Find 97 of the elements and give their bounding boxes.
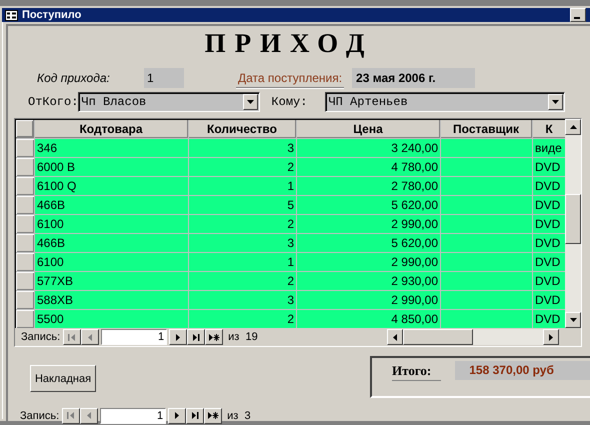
caret-icon: [247, 100, 254, 104]
code-cell: 6000 B: [35, 158, 188, 176]
minimize-button[interactable]: [570, 8, 586, 22]
record-number-field[interactable]: 1: [100, 408, 166, 424]
price-cell: 2 990,00: [297, 215, 440, 233]
row-selector[interactable]: [16, 177, 34, 195]
code-cell: 466B: [35, 234, 188, 252]
quantity-cell: 3: [189, 291, 296, 309]
quantity-cell: 1: [189, 253, 296, 271]
to-label: Кому:: [271, 95, 308, 109]
code-cell: 346: [35, 139, 188, 157]
next-record-button[interactable]: [168, 408, 186, 424]
price-cell: 3 240,00: [297, 139, 440, 157]
column-header[interactable]: Цена: [297, 120, 440, 138]
right-arrow-icon: [549, 334, 553, 340]
up-arrow-icon: [570, 125, 576, 129]
receipt-date-label: Дата поступления:: [236, 68, 344, 88]
last-record-button[interactable]: [186, 408, 204, 424]
new-record-button[interactable]: [204, 408, 222, 424]
quantity-cell: 5: [189, 196, 296, 214]
quantity-cell: 2: [189, 215, 296, 233]
last-record-button[interactable]: [187, 329, 206, 345]
right-arrow-icon: [208, 332, 220, 342]
form-heading: ПРИХОД: [204, 28, 374, 60]
form-icon: [5, 10, 18, 20]
row-selector[interactable]: [16, 291, 34, 309]
column-header[interactable]: Количество: [189, 120, 296, 138]
scroll-thumb[interactable]: [403, 329, 473, 345]
quantity-cell: 1: [189, 177, 296, 195]
row-selector[interactable]: [16, 253, 34, 271]
price-cell: 2 990,00: [297, 291, 440, 309]
column-cell: DVD: [533, 196, 565, 214]
code-cell: 577XB: [35, 272, 188, 290]
quantity-cell: 2: [189, 310, 296, 328]
new-record-button[interactable]: [205, 329, 224, 345]
code-cell: 6100 Q: [35, 177, 188, 195]
down-arrow-icon: [570, 318, 576, 322]
column-cell: DVD: [533, 177, 565, 195]
row-selector[interactable]: [16, 272, 34, 290]
record-count: из 3: [227, 410, 251, 422]
invoice-button[interactable]: Накладная: [30, 365, 96, 392]
receipt-date-field[interactable]: 23 мая 2006 г.: [352, 68, 476, 88]
window-title: Поступило: [22, 9, 82, 21]
to-dropdown[interactable]: ЧП Артеньев: [325, 92, 566, 112]
from-label: ОтКого:: [27, 95, 78, 109]
left-arrow-icon: [393, 334, 397, 340]
record-label: Запись:: [20, 410, 60, 422]
price-cell: 5 620,00: [297, 234, 440, 252]
quantity-cell: 3: [189, 139, 296, 157]
quantity-cell: 2: [189, 272, 296, 290]
code-cell: 6100: [35, 253, 188, 271]
price-cell: 2 780,00: [297, 177, 440, 195]
row-selector[interactable]: [16, 215, 34, 233]
code-cell: 5500: [35, 310, 188, 328]
row-selector[interactable]: [16, 310, 34, 328]
receipt-code-label: Код прихода:: [36, 71, 111, 85]
column-cell: DVD: [533, 215, 565, 233]
select-all-corner[interactable]: [16, 120, 34, 138]
quantity-cell: 3: [189, 234, 296, 252]
price-cell: 4 850,00: [297, 310, 440, 328]
next-record-button[interactable]: [169, 329, 188, 345]
column-cell: DVD: [533, 310, 565, 328]
total-value: 158 370,00 руб: [455, 361, 590, 380]
row-selector[interactable]: [16, 158, 34, 176]
right-arrow-icon: [190, 332, 202, 342]
column-cell: DVD: [533, 253, 565, 271]
vertical-scrollbar[interactable]: [565, 119, 581, 328]
column-cell: DVD: [533, 291, 565, 309]
price-cell: 5 620,00: [297, 196, 440, 214]
right-arrow-icon: [207, 411, 220, 420]
column-header[interactable]: Кодтовара: [35, 120, 188, 138]
column-cell: DVD: [533, 234, 565, 252]
total-label: Итого:: [392, 363, 442, 381]
column-header[interactable]: Поставщик: [441, 120, 532, 138]
column-cell: DVD: [533, 158, 565, 176]
column-cell: DVD: [533, 272, 565, 290]
scroll-thumb[interactable]: [565, 194, 581, 244]
record-number-field[interactable]: 1: [101, 329, 168, 345]
column-cell: виде: [533, 139, 565, 157]
code-cell: 6100: [35, 215, 188, 233]
row-selector[interactable]: [16, 234, 34, 252]
code-cell: 588XB: [35, 291, 188, 309]
price-cell: 4 780,00: [297, 158, 440, 176]
row-selector[interactable]: [16, 139, 34, 157]
row-selector[interactable]: [16, 196, 34, 214]
code-cell: 466B: [35, 196, 188, 214]
receipt-code-field[interactable]: 1: [144, 68, 184, 88]
horizontal-scrollbar[interactable]: [387, 329, 559, 345]
record-count: из 19: [228, 331, 258, 343]
right-arrow-icon: [189, 411, 202, 420]
caret-icon: [552, 100, 560, 104]
quantity-cell: 2: [189, 158, 296, 176]
column-header[interactable]: К: [533, 120, 565, 138]
price-cell: 2 990,00: [297, 253, 440, 271]
price-cell: 2 930,00: [297, 272, 440, 290]
record-label: Запись:: [21, 331, 60, 343]
from-dropdown[interactable]: Чп Власов: [78, 92, 260, 112]
